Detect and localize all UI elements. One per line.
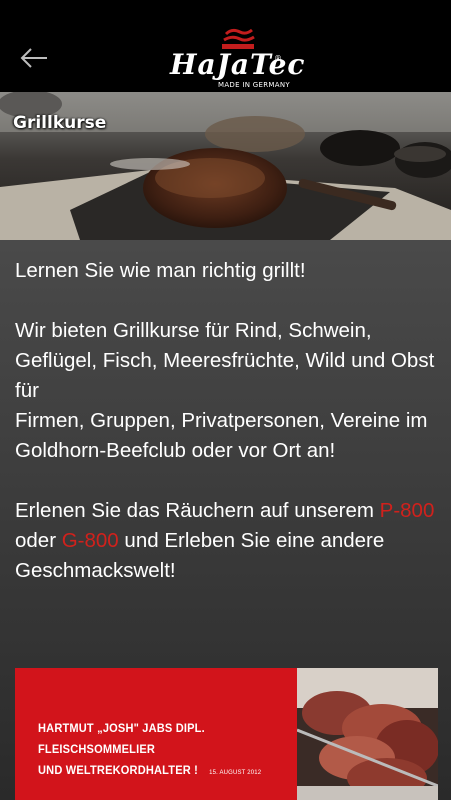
description-text: Lernen Sie wie man richtig grillt! Wir b… (15, 256, 440, 586)
meat-photo (297, 668, 438, 800)
smoking-paragraph: Erlenen Sie das Räuchern auf unserem P-8… (15, 499, 435, 582)
intro-paragraph: Lernen Sie wie man richtig grillt! (15, 259, 306, 282)
arrow-left-icon (20, 48, 47, 68)
banner-caption: HARTMUT „JOSH" JABS DIPL. FLEISCHSOMMELI… (38, 718, 286, 783)
content-panel: Lernen Sie wie man richtig grillt! Wir b… (0, 240, 451, 800)
banner-line-1: HARTMUT „JOSH" JABS DIPL. FLEISCHSOMMELI… (38, 721, 205, 756)
hero-image: Grillkurse (0, 92, 451, 240)
banner-date: 15. AUGUST 2012 (209, 769, 262, 776)
back-button[interactable] (18, 44, 50, 72)
logo-tagline: MADE IN GERMANY (218, 81, 290, 89)
logo-wordmark: HaJaTec (170, 48, 306, 81)
page-title: Grillkurse (13, 113, 107, 133)
brand-logo: HaJaTec ® MADE IN GERMANY (168, 26, 304, 90)
app-header: HaJaTec ® MADE IN GERMANY (0, 0, 451, 92)
product-link-p800[interactable]: P-800 (380, 499, 435, 522)
audience-paragraph: Firmen, Gruppen, Privatpersonen, Vereine… (15, 409, 428, 462)
logo-registered: ® (274, 54, 282, 63)
offer-paragraph: Wir bieten Grillkurse für Rind, Schwein,… (15, 319, 435, 402)
product-link-g800[interactable]: G-800 (62, 529, 119, 552)
banner-line-2: UND WELTREKORDHALTER ! (38, 763, 199, 777)
promo-banner[interactable]: HARTMUT „JOSH" JABS DIPL. FLEISCHSOMMELI… (15, 668, 438, 800)
